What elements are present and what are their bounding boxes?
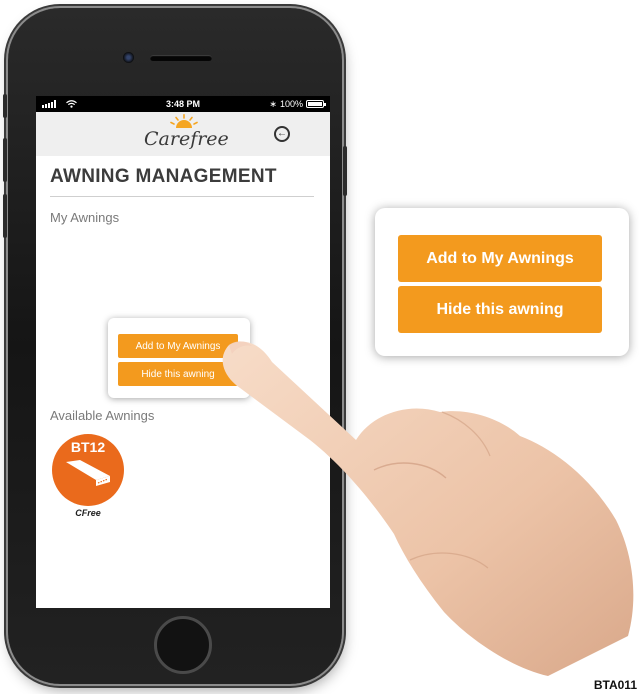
home-button[interactable] <box>154 616 212 674</box>
awning-icon <box>66 460 110 486</box>
logo-text: Carefree <box>144 128 229 150</box>
title-divider <box>50 196 314 197</box>
status-time: 3:48 PM <box>165 99 200 109</box>
awning-item-bt12[interactable]: BT12 <box>52 434 124 506</box>
silent-switch <box>3 94 7 118</box>
page-title: AWNING MANAGEMENT <box>50 166 277 187</box>
zoomed-action-callout: Add to My Awnings Hide this awning <box>375 208 629 356</box>
my-awnings-label: My Awnings <box>50 210 120 225</box>
carefree-logo: Carefree <box>144 114 229 154</box>
available-awnings-label: Available Awnings <box>50 408 155 423</box>
volume-up-button <box>3 138 7 182</box>
awning-action-popup: Add to My Awnings Hide this awning <box>108 318 250 398</box>
figure-code: BTA011 <box>593 678 637 692</box>
phone-screen: 3:48 PM ∗ 100% Carefree ← AWNING MANAGEM… <box>36 96 330 608</box>
app-header: Carefree ← <box>36 112 330 156</box>
back-circle-arrow-icon[interactable]: ← <box>274 126 290 142</box>
battery-icon <box>306 100 326 108</box>
callout-hide-awning-button[interactable]: Hide this awning <box>398 286 602 333</box>
phone-frame: 3:48 PM ∗ 100% Carefree ← AWNING MANAGEM… <box>3 8 347 684</box>
status-bar: 3:48 PM ∗ 100% <box>36 96 330 112</box>
volume-down-button <box>3 194 7 238</box>
earpiece-speaker <box>150 55 212 61</box>
awning-code: BT12 <box>70 439 106 455</box>
callout-add-to-my-awnings-button[interactable]: Add to My Awnings <box>398 235 602 282</box>
front-camera <box>123 52 134 63</box>
power-button <box>343 146 347 196</box>
add-to-my-awnings-button[interactable]: Add to My Awnings <box>118 334 238 358</box>
awning-name: CFree <box>75 508 101 518</box>
hide-awning-button[interactable]: Hide this awning <box>118 362 238 386</box>
